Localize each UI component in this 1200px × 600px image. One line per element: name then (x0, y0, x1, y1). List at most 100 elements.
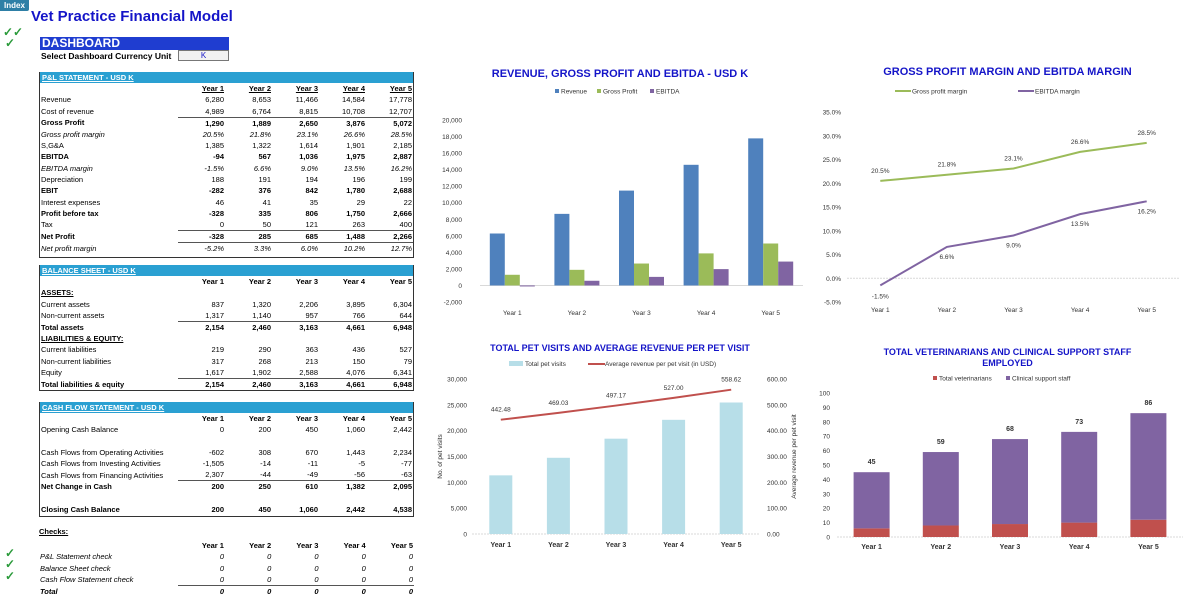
cell-value[interactable]: 685 (272, 229, 319, 243)
cell-value[interactable]: 2,688 (366, 185, 413, 196)
cell-value[interactable]: 200 (178, 480, 225, 493)
cell-value[interactable]: 1,140 (225, 310, 272, 322)
cell-value[interactable]: 1,889 (225, 116, 272, 129)
cell-value[interactable]: 1,060 (319, 424, 366, 435)
cell-value[interactable] (319, 333, 366, 344)
cell-value[interactable]: 14,584 (319, 94, 366, 105)
cell-value[interactable]: 1,443 (319, 447, 366, 458)
cell-value[interactable] (178, 287, 225, 298)
cell-value[interactable]: 2,442 (366, 424, 413, 435)
cell-value[interactable]: 17,778 (366, 94, 413, 105)
cell-value[interactable] (272, 333, 319, 344)
cell-value[interactable]: 0 (272, 584, 320, 597)
cell-value[interactable]: 46 (178, 196, 225, 207)
cell-value[interactable]: 3,163 (272, 320, 319, 333)
cell-value[interactable] (366, 492, 413, 503)
cell-value[interactable]: 12,707 (366, 106, 413, 118)
cell-value[interactable]: -14 (225, 458, 272, 469)
cell-value[interactable]: -328 (178, 208, 225, 219)
cell-value[interactable] (272, 492, 319, 503)
cell-value[interactable]: 199 (366, 174, 413, 185)
cell-value[interactable]: -602 (178, 447, 225, 458)
cell-value[interactable]: 363 (272, 344, 319, 355)
cell-value[interactable] (366, 333, 413, 344)
cell-value[interactable]: 285 (225, 229, 272, 243)
cell-value[interactable]: 670 (272, 447, 319, 458)
cell-value[interactable]: 200 (178, 504, 225, 515)
cell-value[interactable]: 0 (178, 551, 225, 562)
bar-gross-profit[interactable] (698, 253, 714, 286)
cell-value[interactable]: 450 (272, 424, 319, 435)
bar-gross-profit[interactable] (569, 269, 585, 286)
cell-value[interactable]: 436 (319, 344, 366, 355)
cell-value[interactable]: 3,163 (272, 377, 319, 390)
cell-value[interactable]: 376 (225, 185, 272, 196)
cell-value[interactable] (225, 436, 272, 447)
cell-value[interactable]: 1,617 (178, 367, 225, 379)
cell-value[interactable]: 0 (178, 424, 225, 435)
cell-value[interactable]: 2,095 (366, 480, 413, 493)
bar-total-veterinarians[interactable] (992, 524, 1028, 537)
cell-value[interactable]: 3.3% (225, 241, 272, 254)
cell-value[interactable]: 806 (272, 208, 319, 219)
cell-value[interactable]: 263 (319, 219, 366, 231)
cell-value[interactable]: -11 (272, 458, 319, 469)
cell-value[interactable]: 0 (319, 584, 367, 597)
cell-value[interactable]: 0 (319, 551, 366, 562)
cell-value[interactable]: 50 (225, 219, 272, 231)
bar-total-pet-visits[interactable] (546, 457, 570, 534)
cell-value[interactable]: 2,206 (272, 299, 319, 310)
bar-total-pet-visits[interactable] (719, 402, 743, 534)
cell-value[interactable]: 219 (178, 344, 225, 355)
cell-value[interactable]: 610 (272, 480, 319, 493)
cell-value[interactable]: 2,185 (366, 140, 413, 151)
cell-value[interactable]: -56 (319, 469, 366, 481)
bar-clinical-support-staff[interactable] (853, 472, 890, 529)
cell-value[interactable]: 79 (366, 355, 413, 366)
cell-value[interactable]: 644 (366, 310, 413, 322)
cell-value[interactable]: 2,154 (178, 377, 225, 390)
bar-clinical-support-staff[interactable] (1061, 431, 1098, 523)
bar-total-pet-visits[interactable] (489, 475, 513, 534)
cell-value[interactable]: 23.1% (272, 129, 319, 140)
cell-value[interactable]: 335 (225, 208, 272, 219)
cell-value[interactable]: 0 (367, 574, 414, 586)
bar-revenue[interactable] (554, 213, 570, 286)
cell-value[interactable]: 4,661 (319, 320, 366, 333)
cell-value[interactable]: 0 (225, 551, 272, 562)
cell-value[interactable]: 1,975 (319, 151, 366, 162)
cell-value[interactable]: 12.7% (366, 241, 413, 254)
cell-value[interactable]: 290 (225, 344, 272, 355)
cell-value[interactable]: 0 (319, 574, 366, 586)
bar-total-veterinarians[interactable] (1130, 519, 1167, 537)
bar-revenue[interactable] (683, 164, 699, 286)
cell-value[interactable]: 8,815 (272, 106, 319, 118)
cell-value[interactable]: 4,989 (178, 106, 225, 118)
cell-value[interactable]: 3,876 (319, 116, 366, 129)
cell-value[interactable]: 26.6% (319, 129, 366, 140)
cell-value[interactable]: 1,780 (319, 185, 366, 196)
cell-value[interactable]: 9.0% (272, 162, 319, 173)
cell-value[interactable]: 6,304 (366, 299, 413, 310)
cell-value[interactable]: 121 (272, 219, 319, 231)
cell-value[interactable]: 213 (272, 355, 319, 366)
cell-value[interactable] (225, 333, 272, 344)
cell-value[interactable]: 10.2% (319, 241, 366, 254)
cell-value[interactable] (319, 492, 366, 503)
cell-value[interactable]: 13.5% (319, 162, 366, 173)
bar-ebitda[interactable] (584, 280, 600, 286)
bar-total-pet-visits[interactable] (662, 419, 686, 534)
cell-value[interactable]: 28.5% (366, 129, 413, 140)
cell-value[interactable]: 11,466 (272, 94, 319, 105)
cell-value[interactable]: -49 (272, 469, 319, 481)
cell-value[interactable]: 8,653 (225, 94, 272, 105)
cell-value[interactable]: 1,322 (225, 140, 272, 151)
cell-value[interactable] (272, 287, 319, 298)
cell-value[interactable]: 2,887 (366, 151, 413, 162)
cell-value[interactable]: 957 (272, 310, 319, 322)
cell-value[interactable]: -5 (319, 458, 366, 469)
cell-value[interactable]: 0 (178, 219, 225, 231)
cell-value[interactable]: 0 (178, 563, 225, 574)
cell-value[interactable]: 4,661 (319, 377, 366, 390)
bar-total-veterinarians[interactable] (922, 525, 959, 537)
